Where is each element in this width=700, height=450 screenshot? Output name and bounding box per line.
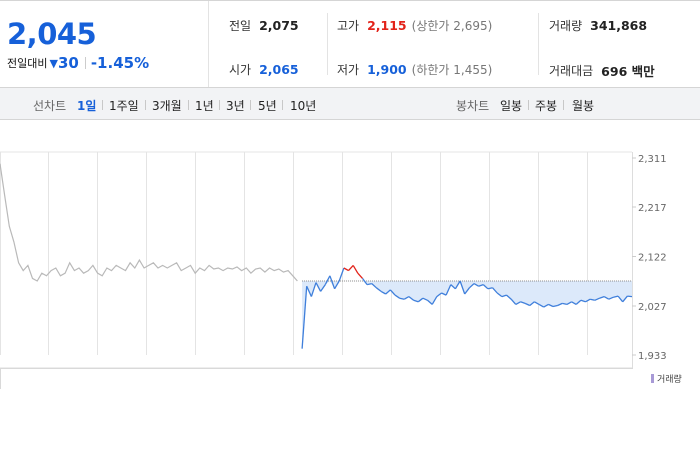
divider [250,100,251,110]
stat-label: 고가 [337,19,360,33]
price-panel: 2,045 전일대비 ▼ 30 -1.45% [0,1,209,87]
upper-limit: (상한가 2,695) [411,19,493,33]
stat-label: 전일 [229,19,252,33]
stat-prev-close: 전일 2,075 [229,17,299,34]
today-series-segment [343,267,349,272]
stat-label: 거래량 [549,19,583,33]
tab-1y[interactable]: 1년 [195,97,214,114]
change-amount: 30 [57,54,79,72]
previous-day-series [0,163,298,282]
today-series-segment [348,264,354,272]
today-series-segment [338,267,345,282]
volume-chart [0,368,633,389]
tab-3m[interactable]: 3개월 [152,97,182,114]
candle-chart-label: 봉차트 [456,99,490,113]
divider [188,100,189,110]
stat-turnover: 거래대금 696 백만 [549,61,655,80]
volume-legend-label: 거래량 [657,375,682,385]
stat-label: 시가 [229,63,252,77]
tab-1d[interactable]: 1일 [77,97,96,114]
divider [102,100,103,110]
divider [327,13,328,75]
volume-legend-swatch [651,374,654,383]
price-line-chart: 2,311 2,217 2,122 2,027 1,933 [0,151,667,369]
stat-value: 341,868 [590,18,648,33]
tab-daily[interactable]: 일봉 [500,97,522,114]
divider [563,100,564,110]
divider [282,100,283,110]
change-percent: -1.45% [90,54,150,72]
stat-value: 2,115 [367,18,407,33]
triangle-down-icon: ▼ [49,56,58,70]
divider [84,57,86,69]
stat-volume: 거래량 341,868 [549,17,647,34]
stat-high: 고가 2,115 (상한가 2,695) [337,17,492,34]
divider [538,13,539,75]
change-row: 전일대비 ▼ 30 -1.45% [7,54,149,72]
today-series-segment [357,272,363,279]
stat-open: 시가 2,065 [229,61,299,78]
stat-label: 거래대금 [549,64,594,78]
lower-limit: (하한가 1,455) [411,63,493,77]
divider [219,100,220,110]
divider [145,100,146,110]
stat-value: 2,075 [259,18,299,33]
volume-legend: 거래량 [651,372,682,385]
tab-weekly[interactable]: 주봉 [535,97,557,114]
tab-5y[interactable]: 5년 [258,97,277,114]
today-series-segment [352,265,359,274]
stat-low: 저가 1,900 (하한가 1,455) [337,61,492,78]
change-label: 전일대비 [7,57,48,70]
intraday-chart: 2,311 2,217 2,122 2,027 1,933 [0,120,700,370]
stat-value: 2,065 [259,62,299,77]
y-tick-label: 1,933 [638,351,667,362]
current-price: 2,045 [7,17,97,51]
y-tick-label: 2,311 [638,154,667,165]
divider [528,100,529,110]
line-chart-label: 선차트 [33,99,67,113]
stat-value: 1,900 [367,62,407,77]
tab-1w[interactable]: 1주일 [109,97,139,114]
quote-header: 2,045 전일대비 ▼ 30 -1.45% 전일 2,075 시가 2,065… [0,0,700,88]
tab-10y[interactable]: 10년 [290,97,316,114]
today-series-segment [324,275,331,285]
tab-3y[interactable]: 3년 [226,97,245,114]
chart-tab-bar: 선차트 1일 1주일 3개월 1년 3년 5년 10년 봉차트 일봉 주봉 월봉 [0,88,700,120]
y-tick-label: 2,027 [638,302,667,313]
stat-label: 저가 [337,63,360,77]
y-tick-label: 2,122 [638,253,667,264]
stat-value: 696 백만 [601,64,655,79]
today-series-segment [627,295,633,298]
tab-monthly[interactable]: 월봉 [572,97,594,114]
y-tick-label: 2,217 [638,203,667,214]
